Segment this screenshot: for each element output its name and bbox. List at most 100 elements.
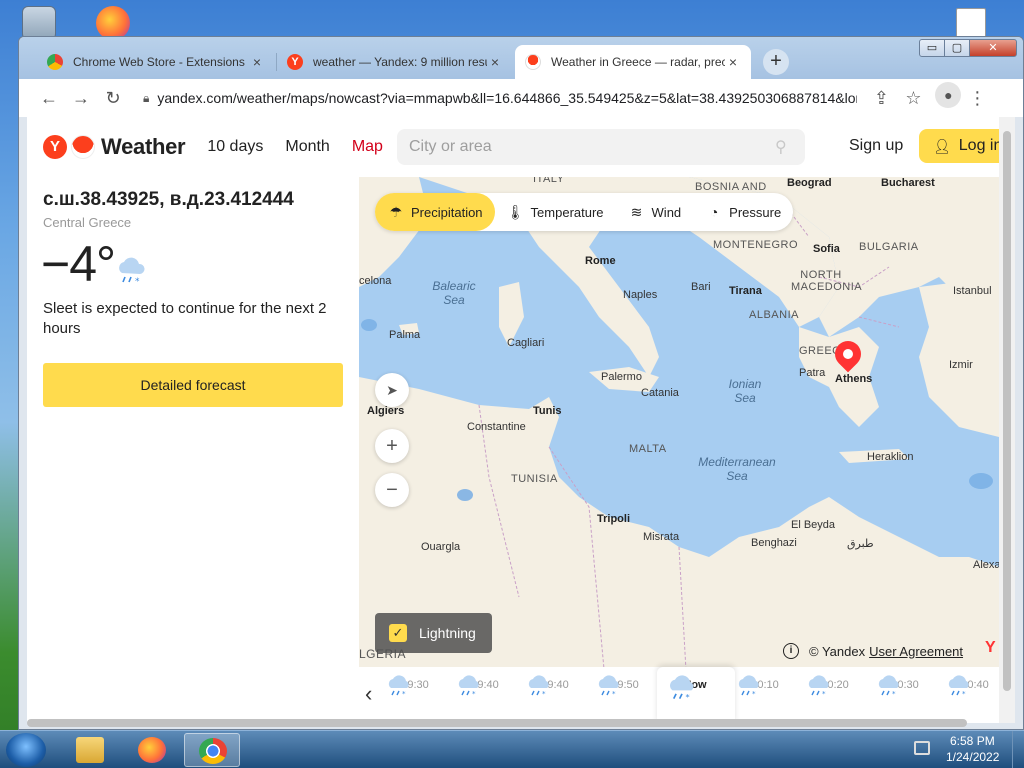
- map-label: Misrata: [643, 531, 680, 543]
- clock-time[interactable]: 6:58 PM: [950, 734, 995, 748]
- firefox-desktop-icon[interactable]: [96, 6, 130, 40]
- new-tab-button[interactable]: +: [763, 49, 789, 75]
- map-label: Benghazi: [751, 537, 797, 549]
- timeline-slot[interactable]: * 19:40: [455, 675, 515, 697]
- map-label: TUNISIA: [511, 473, 558, 485]
- address-bar[interactable]: yandex.com/weather/maps/nowcast?via=mmap…: [157, 90, 857, 106]
- map-label: Ionian Sea: [728, 377, 762, 405]
- firefox-icon: [138, 737, 166, 763]
- svg-text:*: *: [135, 277, 140, 285]
- sleet-cloud-icon: *: [670, 675, 694, 701]
- timeline-slot[interactable]: * 20:40: [945, 675, 999, 697]
- timeline-slot[interactable]: * 20:30: [875, 675, 935, 697]
- info-icon[interactable]: i: [783, 643, 799, 659]
- vertical-scrollbar[interactable]: [999, 117, 1015, 723]
- timeline-slot[interactable]: * 19:40: [525, 675, 585, 697]
- layer-temperature[interactable]: 🌡︎ Temperature: [495, 193, 616, 231]
- sleet-cloud-icon: *: [948, 675, 969, 697]
- layer-wind[interactable]: ≋ Wind: [616, 193, 694, 231]
- sign-up-link[interactable]: Sign up: [849, 137, 903, 155]
- map-label: Athens: [835, 373, 873, 385]
- nav-map[interactable]: Map: [352, 138, 383, 156]
- minimize-button[interactable]: ▭: [919, 39, 945, 57]
- yandex-logo-icon[interactable]: Y: [43, 135, 67, 159]
- close-window-button[interactable]: ✕: [969, 39, 1017, 57]
- maximize-button[interactable]: ▢: [944, 39, 970, 57]
- reload-icon[interactable]: ↻: [97, 82, 129, 114]
- taskbar-explorer[interactable]: [62, 733, 118, 767]
- log-in-button[interactable]: 👤︎ Log in: [919, 129, 999, 163]
- lightning-label: Lightning: [419, 625, 476, 641]
- city-search-input[interactable]: [397, 129, 805, 165]
- sleet-cloud-icon: *: [388, 675, 409, 697]
- weather-umbrella-logo-icon[interactable]: [71, 135, 95, 159]
- scrollbar-thumb[interactable]: [1003, 131, 1011, 691]
- layer-label: Precipitation: [411, 204, 483, 220]
- precipitation-icon: ☂: [389, 203, 403, 220]
- timeline-slot[interactable]: * 20:20: [805, 675, 865, 697]
- forward-arrow-icon[interactable]: →: [65, 82, 97, 114]
- zoom-in-button[interactable]: +: [375, 429, 409, 463]
- checkbox-checked-icon[interactable]: ✓: [389, 624, 407, 642]
- current-temperature: −4°: [41, 236, 116, 292]
- timeline-prev-icon[interactable]: ‹: [365, 681, 372, 707]
- network-icon[interactable]: [914, 741, 930, 755]
- taskbar-chrome[interactable]: [184, 733, 240, 767]
- sleet-cloud-icon: *: [528, 675, 549, 697]
- share-icon[interactable]: ⇪: [865, 82, 897, 114]
- start-button[interactable]: [6, 733, 46, 767]
- detailed-forecast-button[interactable]: Detailed forecast: [43, 363, 343, 407]
- tab-close-icon[interactable]: ×: [249, 54, 265, 70]
- timeline-slot[interactable]: * 19:50: [595, 675, 655, 697]
- svg-text:*: *: [612, 690, 616, 697]
- site-header: Y Weather 10 days Month Map ⚲ Sign up 👤︎…: [27, 117, 999, 177]
- back-arrow-icon[interactable]: ←: [33, 82, 65, 114]
- map-label: Mediterranean Sea: [698, 455, 776, 483]
- weather-map[interactable]: ITALY BOSNIA AND Beograd Bucharest MONTE…: [359, 177, 999, 723]
- browser-window: Chrome Web Store - Extensions × Y weathe…: [18, 36, 1024, 730]
- horizontal-scrollbar[interactable]: [27, 719, 967, 727]
- map-label: طبرق: [847, 538, 874, 550]
- search-icon[interactable]: ⚲: [775, 137, 787, 157]
- layer-pressure[interactable]: ◔ Pressure: [693, 193, 793, 231]
- timeline-slot[interactable]: * 20:10: [735, 675, 795, 697]
- tab-yandex-search[interactable]: Y weather — Yandex: 9 million results ×: [277, 45, 513, 79]
- tab-chrome-web-store[interactable]: Chrome Web Store - Extensions ×: [37, 45, 275, 79]
- layer-label: Pressure: [729, 204, 782, 220]
- svg-text:*: *: [822, 690, 826, 697]
- user-agreement-link[interactable]: User Agreement: [869, 644, 963, 659]
- layer-precipitation[interactable]: ☂ Precipitation: [375, 193, 495, 231]
- timeline-slot-now[interactable]: * Now: [665, 675, 725, 701]
- menu-kebab-icon[interactable]: ⋮: [961, 82, 993, 114]
- show-desktop-button[interactable]: [1012, 731, 1024, 768]
- site-logo-text[interactable]: Weather: [101, 134, 186, 160]
- tab-close-icon[interactable]: ×: [487, 54, 503, 70]
- browser-toolbar: ← → ↻ 🔒︎ yandex.com/weather/maps/nowcast…: [19, 79, 1023, 117]
- map-label: Tirana: [729, 285, 762, 297]
- timeline-slot[interactable]: * 19:30: [385, 675, 445, 697]
- folder-icon: [76, 737, 104, 763]
- map-label: Izmir: [949, 359, 973, 371]
- lock-icon[interactable]: 🔒︎: [143, 91, 149, 106]
- map-label: Heraklion: [867, 451, 914, 463]
- zoom-out-button[interactable]: −: [375, 473, 409, 507]
- nowcast-timeline: ‹ * 19:30 * 19:40 * 19:40 * 19:50 * Now * 20:10 * 20:…: [359, 667, 999, 723]
- nav-month[interactable]: Month: [285, 138, 329, 156]
- locate-me-button[interactable]: ➤: [375, 373, 409, 407]
- map-label: Tunis: [533, 405, 562, 417]
- recycle-bin-icon[interactable]: [22, 6, 56, 40]
- profile-icon[interactable]: ●: [929, 82, 962, 114]
- svg-text:*: *: [542, 690, 546, 697]
- clock-date[interactable]: 1/24/2022: [946, 750, 999, 764]
- map-label: Bucharest: [881, 177, 935, 189]
- tab-weather-greece[interactable]: Weather in Greece — radar, precipitation…: [515, 45, 751, 79]
- nav-10-days[interactable]: 10 days: [207, 138, 263, 156]
- svg-text:*: *: [892, 690, 896, 697]
- log-in-label: Log in: [958, 137, 999, 154]
- copyright-text: © Yandex: [809, 643, 866, 659]
- bookmark-star-icon[interactable]: ☆: [897, 82, 929, 114]
- wind-icon: ≋: [630, 203, 643, 220]
- tab-close-icon[interactable]: ×: [725, 54, 741, 70]
- taskbar-firefox[interactable]: [124, 733, 180, 767]
- lightning-toggle[interactable]: ✓ Lightning: [375, 613, 492, 653]
